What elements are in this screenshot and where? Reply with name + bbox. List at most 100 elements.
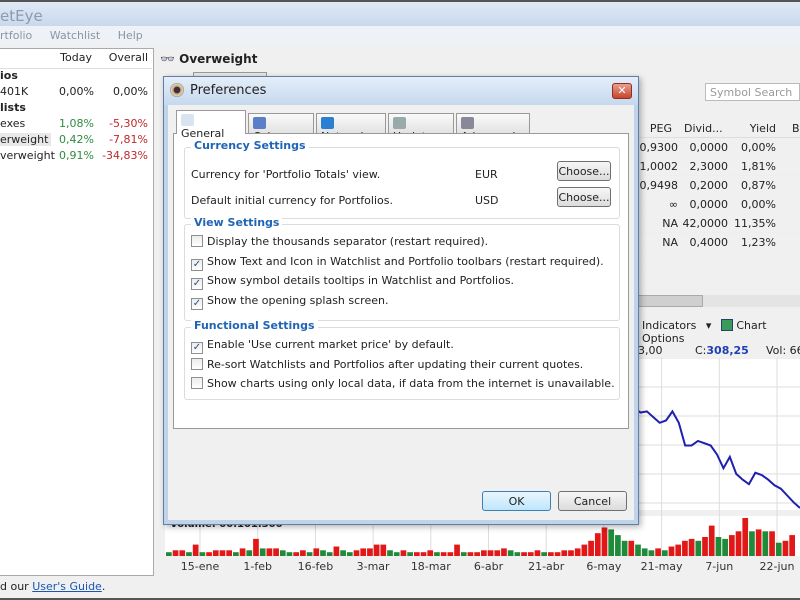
choose-currency-button[interactable]: Choose...: [557, 161, 611, 181]
setting-checkbox-row[interactable]: ✓ Enable 'Use current market price' by de…: [191, 338, 454, 354]
indicators-button[interactable]: Indicators: [642, 319, 696, 332]
app-title: etEye: [0, 7, 43, 25]
table-row[interactable]: NA 42,0000 11,35%: [638, 214, 800, 233]
header-overall[interactable]: Overall: [109, 51, 148, 64]
tree-item[interactable]: 401K 0,00% 0,00%: [0, 85, 152, 101]
overall-change: -7,81%: [109, 133, 148, 146]
tree-item[interactable]: erweight 0,42% -7,81%: [0, 133, 152, 149]
dropdown-arrow-icon[interactable]: ▾: [706, 319, 712, 332]
peg-cell: 0,9300: [639, 141, 679, 154]
checkbox[interactable]: ✓: [191, 298, 203, 311]
cancel-button[interactable]: Cancel: [558, 491, 627, 511]
volume-bar: [279, 550, 286, 556]
yield-cell: 11,35%: [734, 217, 776, 230]
dividend-cell: 0,0000: [689, 141, 729, 154]
watchlist-title: Overweight: [179, 52, 258, 66]
quote-prev: 3,00: [638, 344, 663, 357]
volume-bar: [608, 529, 615, 556]
table-row[interactable]: 0,9300 0,0000 0,00%: [638, 138, 800, 157]
col-dividend[interactable]: Divid...: [684, 122, 723, 135]
menu-portfolio[interactable]: rtfolio: [0, 29, 32, 42]
setting-checkbox-row[interactable]: ✓ Show Text and Icon in Watchlist and Por…: [191, 255, 604, 271]
x-tick-label: 1-feb: [243, 560, 272, 573]
volume-bar: [273, 548, 279, 556]
checkbox-label: Show symbol details tooltips in Watchlis…: [207, 274, 515, 288]
table-row[interactable]: NA 0,4000 1,23%: [638, 233, 800, 252]
scrollbar-thumb[interactable]: [638, 295, 703, 307]
volume-bar: [594, 533, 601, 556]
table-row[interactable]: 0,9498 0,2000 0,87%: [638, 176, 800, 195]
volume-bar: [494, 550, 501, 556]
volume-bar: [708, 525, 715, 556]
status-bar: d our User's Guide.: [0, 576, 800, 600]
table-row[interactable]: 1,0002 2,3000 1,81%: [638, 157, 800, 176]
volume-bar: [413, 552, 420, 556]
x-tick-label: 22-jun: [760, 560, 795, 573]
menu-watchlist[interactable]: Watchlist: [50, 29, 100, 42]
peg-cell: NA: [662, 236, 678, 249]
today-change: 0,42%: [59, 133, 94, 146]
dividend-cell: 42,0000: [682, 217, 729, 230]
setting-checkbox-row[interactable]: ✓ Show symbol details tooltips in Watchli…: [191, 274, 515, 291]
volume-bar: [253, 538, 259, 556]
volume-bar: [749, 531, 755, 556]
currency-label: Currency for 'Portfolio Totals' view.: [191, 168, 381, 181]
tree-item[interactable]: verweight 0,91% -34,83%: [0, 149, 152, 165]
col-peg[interactable]: PEG: [650, 122, 672, 135]
table-row[interactable]: ∞ 0,0000 0,00%: [638, 195, 800, 214]
col-yield[interactable]: Yield: [750, 122, 776, 135]
users-guide-link[interactable]: User's Guide: [32, 580, 102, 593]
symbol-search-input[interactable]: Symbol Search: [705, 83, 800, 101]
header-today[interactable]: Today: [60, 51, 92, 64]
ok-button[interactable]: OK: [482, 491, 551, 511]
volume-bar: [648, 550, 655, 556]
checkbox[interactable]: [191, 377, 203, 390]
volume-bar: [400, 550, 407, 556]
x-tick-label: 6-abr: [474, 560, 504, 573]
volume-bar: [775, 542, 782, 556]
volume-bar: [521, 552, 527, 556]
x-tick-label: 15-ene: [181, 560, 220, 573]
table-row[interactable]: [638, 252, 800, 271]
volume-bar: [615, 535, 621, 556]
menu-help[interactable]: Help: [118, 29, 143, 42]
setting-checkbox-row[interactable]: Display the thousands separator (restart…: [191, 235, 488, 248]
tab-network[interactable]: Network: [316, 113, 386, 143]
checkbox-label: Display the thousands separator (restart…: [207, 235, 489, 248]
tab-advanced[interactable]: Advanced: [456, 113, 530, 143]
tree-item[interactable]: lists: [0, 101, 152, 117]
x-tick-label: 6-may: [586, 560, 621, 573]
tree-item[interactable]: ios: [0, 69, 152, 85]
checkbox[interactable]: ✓: [191, 278, 203, 291]
horizontal-scrollbar[interactable]: [638, 295, 800, 307]
setting-checkbox-row[interactable]: Re-sort Watchlists and Portfolios after …: [191, 357, 584, 371]
close-label: C:: [695, 344, 707, 357]
setting-checkbox-row[interactable]: Show charts using only local data, if da…: [191, 377, 615, 390]
col-b[interactable]: B: [792, 122, 800, 135]
setting-checkbox-row[interactable]: ✓ Show the opening splash screen.: [191, 294, 388, 311]
checkbox[interactable]: [191, 357, 203, 370]
tab-update[interactable]: Update: [388, 113, 454, 143]
checkbox[interactable]: ✓: [191, 342, 203, 354]
checkbox[interactable]: ✓: [191, 258, 203, 271]
title-bar: etEye: [0, 0, 800, 26]
dividend-cell: 0,2000: [689, 179, 729, 192]
checkbox[interactable]: [191, 235, 203, 247]
preferences-dialog: Preferences ✕ General ColumnsNetworkUpdat…: [163, 76, 639, 525]
volume-bar: [353, 550, 360, 556]
volume-bar: [548, 552, 554, 556]
choose-currency-button[interactable]: Choose...: [557, 187, 611, 207]
volume-bar: [574, 548, 581, 556]
tab-general[interactable]: General: [176, 110, 246, 140]
table-row[interactable]: [638, 271, 800, 290]
volume-bar: [246, 550, 253, 556]
volume-bar: [789, 535, 795, 556]
checkbox-label: Re-sort Watchlists and Portfolios after …: [207, 357, 584, 371]
volume-bar: [166, 552, 172, 556]
menu-bar: rtfolio Watchlist Help: [0, 26, 800, 46]
today-change: 1,08%: [59, 117, 94, 130]
tab-columns[interactable]: Columns: [248, 113, 314, 143]
functional-settings-group: Functional Settings ✓ Enable 'Use current…: [184, 319, 620, 400]
tree-item[interactable]: exes 1,08% -5,30%: [0, 117, 152, 133]
close-button[interactable]: ✕: [612, 83, 632, 99]
